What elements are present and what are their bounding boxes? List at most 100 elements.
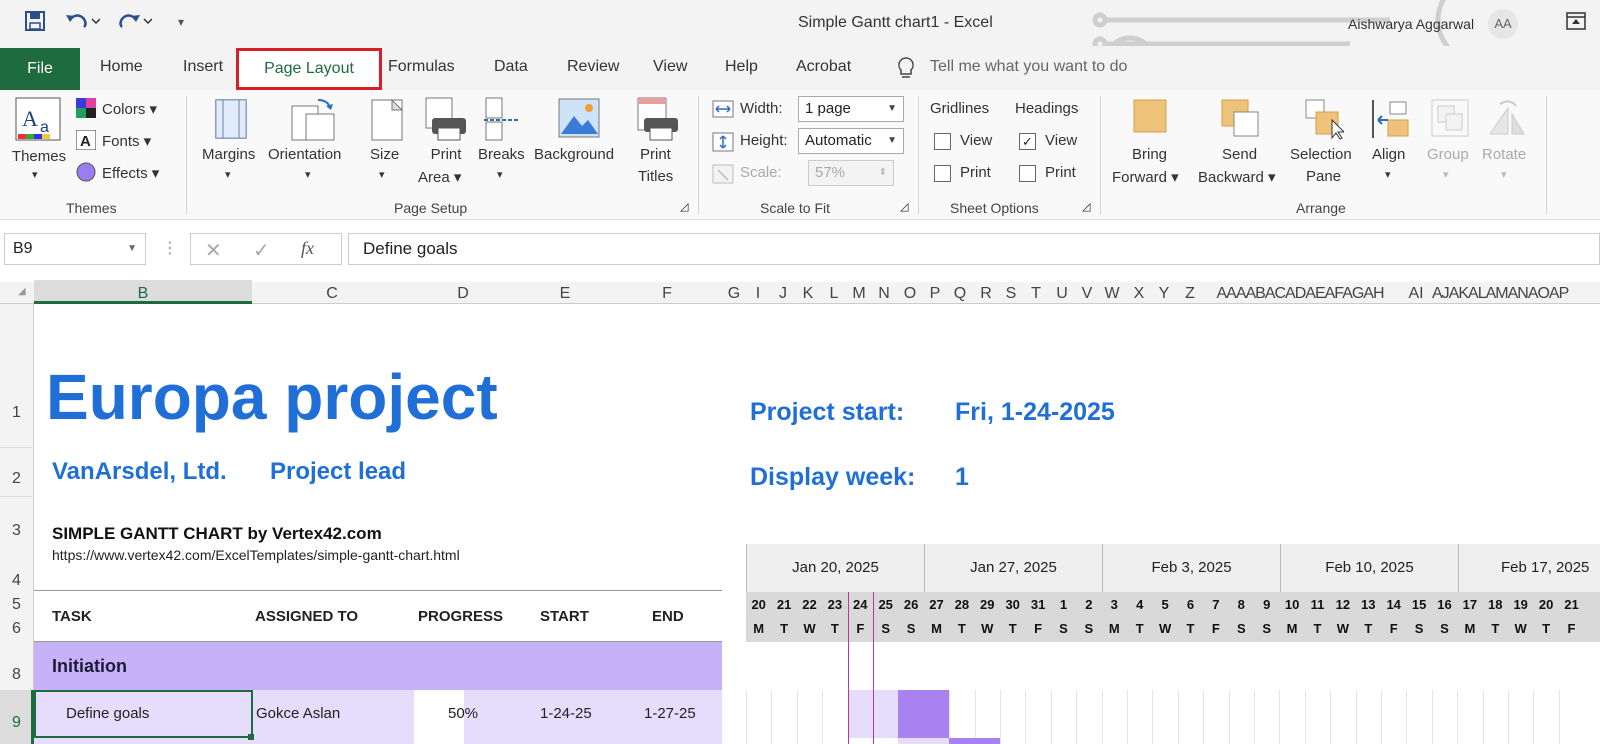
gantt-date[interactable]: 15 [1406, 597, 1431, 612]
gantt-week[interactable]: Feb 10, 2025 [1280, 544, 1458, 592]
column-header[interactable]: S [999, 285, 1023, 303]
column-header[interactable]: L [822, 285, 846, 303]
gantt-weekday[interactable]: S [1254, 621, 1279, 636]
gantt-date[interactable]: 19 [1508, 597, 1533, 612]
send-backward-label-1[interactable]: Send [1222, 146, 1257, 163]
gantt-date[interactable]: 4 [1127, 597, 1152, 612]
ribbon-display-icon[interactable] [1566, 12, 1586, 35]
row-header-2[interactable]: 2 [0, 470, 33, 488]
gantt-date[interactable]: 9 [1254, 597, 1279, 612]
selection-pane-label-1[interactable]: Selection [1290, 146, 1352, 163]
undo-icon[interactable] [64, 10, 101, 38]
gantt-date[interactable]: 21 [1559, 597, 1584, 612]
display-week-value[interactable]: 1 [955, 463, 969, 492]
cancel-icon[interactable]: ✕ [205, 238, 222, 263]
sheet-options-launcher-icon[interactable]: ◿ [1082, 200, 1090, 213]
gantt-weekday[interactable]: F [848, 621, 873, 636]
save-icon[interactable] [24, 10, 46, 38]
column-header[interactable]: T [1024, 285, 1048, 303]
gantt-weekday[interactable]: S [1406, 621, 1431, 636]
column-header[interactable]: G [722, 285, 746, 303]
margins-button[interactable]: Margins [202, 146, 255, 163]
customize-qat-icon[interactable]: ▾ [178, 15, 184, 29]
column-header[interactable]: Z [1178, 285, 1202, 303]
themes-icon[interactable]: Aa [14, 96, 64, 149]
themes-button[interactable]: Themes [8, 148, 70, 165]
gantt-weekday[interactable]: T [949, 621, 974, 636]
display-week-label[interactable]: Display week: [750, 463, 915, 492]
gantt-date[interactable]: 20 [1533, 597, 1558, 612]
margins-dropdown-icon[interactable]: ▾ [225, 168, 231, 181]
task-progress[interactable]: 50% [448, 705, 478, 722]
size-dropdown-icon[interactable]: ▾ [379, 168, 385, 181]
effects-button[interactable]: Effects ▾ [102, 164, 159, 182]
gantt-weekday[interactable]: W [797, 621, 822, 636]
gantt-weekday[interactable]: W [975, 621, 1000, 636]
gantt-date[interactable]: 16 [1432, 597, 1457, 612]
send-backward-button[interactable]: Backward ▾ [1198, 168, 1276, 186]
gantt-subtitle[interactable]: SIMPLE GANTT CHART by Vertex42.com [52, 524, 382, 544]
gantt-weekday[interactable]: S [1051, 621, 1076, 636]
themes-dropdown-icon[interactable]: ▾ [32, 168, 38, 181]
width-select[interactable]: 1 page ▼ [798, 96, 904, 122]
gantt-weekday[interactable]: S [1229, 621, 1254, 636]
gantt-week[interactable]: Feb 3, 2025 [1102, 544, 1280, 592]
gantt-weekday[interactable]: S [1432, 621, 1457, 636]
gantt-date[interactable]: 5 [1152, 597, 1177, 612]
task-end[interactable]: 1-27-25 [644, 705, 696, 722]
gantt-weekday[interactable]: M [746, 621, 771, 636]
row-header-9[interactable]: 9 [0, 714, 33, 732]
gantt-date[interactable]: 21 [771, 597, 796, 612]
enter-icon[interactable]: ✓ [253, 238, 270, 263]
gantt-weekday[interactable]: M [924, 621, 949, 636]
gantt-weekday[interactable]: T [1127, 621, 1152, 636]
gantt-date[interactable]: 12 [1330, 597, 1355, 612]
gantt-weekday[interactable]: T [1483, 621, 1508, 636]
gantt-weekday[interactable]: M [1279, 621, 1304, 636]
column-header[interactable]: I [746, 285, 770, 303]
gantt-weekday[interactable]: W [1152, 621, 1177, 636]
gantt-date[interactable]: 1 [1051, 597, 1076, 612]
column-header[interactable]: X [1127, 285, 1151, 303]
print-titles-label-2[interactable]: Titles [638, 168, 673, 185]
task-assigned[interactable]: Gokce Aslan [256, 705, 340, 722]
column-header[interactable]: AAAABACADAEAFAGAH [1204, 285, 1396, 303]
project-start-value[interactable]: Fri, 1-24-2025 [955, 398, 1115, 427]
select-all-icon[interactable]: ◢ [18, 286, 26, 297]
align-dropdown-icon[interactable]: ▾ [1385, 168, 1391, 181]
fonts-button[interactable]: Fonts ▾ [102, 132, 151, 150]
gantt-weekday[interactable]: F [1381, 621, 1406, 636]
gantt-weekday[interactable]: F [1559, 621, 1584, 636]
tab-insert[interactable]: Insert [183, 58, 223, 76]
header-task[interactable]: TASK [52, 608, 92, 625]
print-area-button[interactable]: Area ▾ [418, 168, 461, 186]
gantt-weekday[interactable]: T [771, 621, 796, 636]
gantt-week[interactable]: Feb 17, 2025 [1458, 544, 1600, 592]
gridlines-view-checkbox[interactable] [934, 133, 951, 150]
gantt-weekday[interactable]: T [1178, 621, 1203, 636]
gantt-weekday[interactable]: S [1076, 621, 1101, 636]
company-name[interactable]: VanArsdel, Ltd. [52, 458, 227, 486]
scale-launcher-icon[interactable]: ◿ [900, 200, 908, 213]
name-box[interactable]: B9 ▼ [4, 233, 146, 265]
gantt-date[interactable]: 28 [949, 597, 974, 612]
gantt-date[interactable]: 3 [1102, 597, 1127, 612]
colors-button[interactable]: Colors ▾ [102, 100, 157, 118]
gantt-date[interactable]: 10 [1279, 597, 1304, 612]
align-button[interactable]: Align [1372, 146, 1405, 163]
column-header[interactable]: M [847, 285, 871, 303]
project-lead[interactable]: Project lead [270, 458, 406, 486]
column-header[interactable]: O [898, 285, 922, 303]
tab-file[interactable]: File [0, 48, 80, 90]
page-setup-launcher-icon[interactable]: ◿ [680, 200, 688, 213]
gantt-weekday[interactable]: W [1508, 621, 1533, 636]
headings-print-checkbox[interactable] [1019, 165, 1036, 182]
gantt-date[interactable]: 27 [924, 597, 949, 612]
row-header-4[interactable]: 4 [0, 572, 33, 590]
row-header-3[interactable]: 3 [0, 522, 33, 540]
background-button[interactable]: Background [534, 146, 614, 163]
gantt-date[interactable]: 8 [1229, 597, 1254, 612]
tab-data[interactable]: Data [494, 58, 528, 76]
column-header[interactable]: W [1100, 285, 1124, 303]
insert-function-icon[interactable]: fx [301, 238, 314, 259]
